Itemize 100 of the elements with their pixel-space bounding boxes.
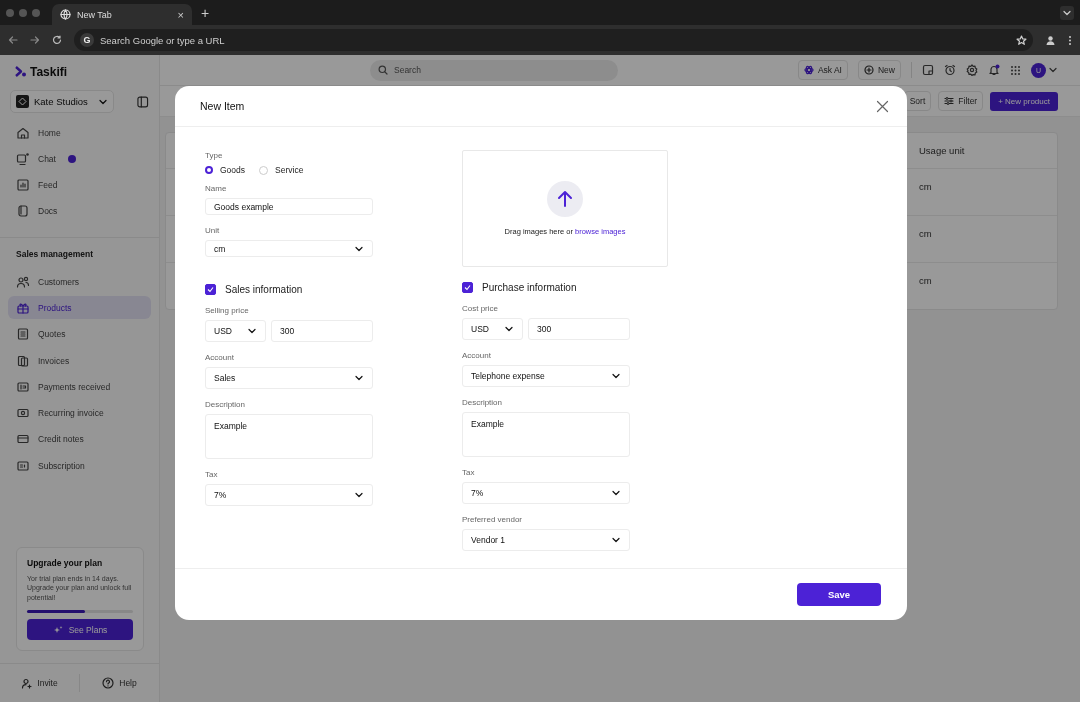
chevron-down-icon	[1048, 65, 1058, 75]
app-logo-text: Taskifi	[30, 64, 68, 79]
workspace-dropdown[interactable]: Kate Studios	[10, 90, 114, 113]
note-icon	[922, 64, 934, 76]
chevron-down-icon	[354, 373, 364, 383]
field-label: Name	[205, 183, 228, 196]
field-label: Preferred vendor	[462, 514, 524, 526]
search-icon	[378, 65, 388, 75]
checkbox[interactable]	[462, 281, 473, 293]
field-label: Type	[205, 150, 224, 162]
home-icon	[16, 125, 30, 140]
see-plans-button[interactable]: See Plans	[27, 619, 133, 640]
invite-button[interactable]: Invite	[0, 677, 79, 689]
gift-icon	[16, 301, 30, 315]
sidebar-item[interactable]: Quotes	[8, 322, 151, 346]
new-button[interactable]: New	[858, 60, 901, 80]
sidebar-item[interactable]: Invoices	[8, 349, 151, 373]
chevron-down-icon	[611, 371, 621, 381]
sidebar-toggle-icon	[135, 94, 149, 109]
field-label: Description	[205, 399, 246, 411]
radio-option[interactable]: Service	[259, 165, 304, 176]
profile-icon	[1045, 34, 1056, 46]
tab-menu-button[interactable]	[1060, 6, 1074, 20]
sidebar-item[interactable]: Payments received	[8, 375, 151, 399]
ask-ai-button[interactable]: Ask AI	[797, 60, 848, 80]
field-label: Cost price	[462, 303, 499, 315]
sidebar-item[interactable]: Recurring invoice	[8, 401, 151, 425]
sidebar-item[interactable]: Products	[8, 296, 151, 320]
section-title: Sales information	[225, 283, 303, 295]
description-field[interactable]: Example	[462, 412, 630, 457]
address-field[interactable]: G Search Google or type a URL	[74, 29, 1033, 51]
checkbox[interactable]	[205, 283, 216, 295]
save-button[interactable]: Save	[797, 583, 881, 606]
description-field[interactable]: Example	[205, 414, 373, 459]
person-add-icon	[21, 677, 33, 689]
table-cell-text: cm	[919, 274, 933, 286]
currency-dropdown[interactable]: USD	[205, 320, 266, 342]
tax-dropdown[interactable]: 7%	[462, 482, 630, 504]
name-field[interactable]: Goods example	[205, 198, 373, 216]
vendor-dropdown[interactable]: Vendor 1	[462, 529, 630, 551]
browser-tab[interactable]: New Tab ×	[52, 4, 192, 25]
settings-icon	[966, 64, 978, 76]
account-dropdown[interactable]: Sales	[205, 367, 373, 389]
upload-arrow-icon	[557, 190, 573, 208]
field-label: Description	[462, 397, 503, 409]
forward-icon	[30, 35, 40, 45]
check-icon	[207, 285, 214, 293]
field-label: Tax	[205, 469, 219, 481]
price-field[interactable]: 300	[528, 318, 630, 340]
help-button[interactable]: Help	[80, 677, 159, 689]
table-cell-text: cm	[919, 227, 933, 239]
card-title: Upgrade your plan	[27, 557, 104, 568]
search-engine-logo: G	[80, 33, 94, 47]
address-placeholder: Search Google or type a URL	[100, 34, 226, 46]
tab-close-button[interactable]: ×	[177, 8, 184, 21]
receipt-icon	[16, 353, 30, 368]
tab-title: New Tab	[77, 9, 113, 20]
filter-icon	[944, 96, 955, 106]
account-dropdown[interactable]: Telephone expense	[462, 365, 630, 387]
help-icon	[102, 677, 115, 689]
section-heading: Sales management	[15, 248, 94, 262]
sidebar-item[interactable]: Subscription	[8, 454, 151, 478]
back-icon	[8, 35, 18, 45]
more-icon	[1068, 34, 1072, 46]
globe-icon	[60, 9, 71, 20]
sidebar-item[interactable]: Feed	[8, 173, 151, 197]
unit-dropdown[interactable]: cm	[205, 240, 373, 257]
chevron-down-icon	[611, 535, 621, 545]
sidebar-item[interactable]: Docs	[8, 199, 151, 223]
chevron-down-icon	[611, 488, 621, 498]
document-icon	[16, 204, 30, 219]
tax-dropdown[interactable]: 7%	[205, 484, 373, 506]
search-field[interactable]: Search	[370, 59, 618, 81]
alarm-clock-icon	[944, 64, 956, 76]
atom-icon	[803, 65, 814, 75]
currency-dropdown[interactable]: USD	[462, 318, 523, 340]
sidebar-item[interactable]: Home	[8, 121, 151, 144]
new-tab-button[interactable]: +	[196, 3, 215, 25]
radio-option[interactable]: Goods	[205, 165, 246, 176]
reload-icon	[52, 35, 62, 45]
modal-title: New Item	[200, 100, 246, 112]
sidebar-item[interactable]: Chat	[8, 147, 151, 171]
sidebar-item[interactable]: Customers	[8, 270, 151, 294]
chat-icon	[16, 151, 30, 166]
chevron-down-icon	[247, 326, 257, 336]
filter-button[interactable]: Filter	[938, 91, 984, 111]
bell-icon	[988, 64, 1000, 76]
sidebar-item[interactable]: Credit notes	[8, 427, 151, 451]
new-product-button[interactable]: + New product	[990, 91, 1058, 111]
radio-button[interactable]	[205, 166, 213, 175]
price-field[interactable]: 300	[271, 320, 373, 342]
section-title: Purchase information	[482, 281, 577, 293]
field-label: Account	[205, 352, 235, 364]
sparkle-icon	[52, 624, 63, 635]
check-icon	[464, 283, 471, 291]
workspace-icon	[18, 97, 27, 106]
table-cell-text: cm	[919, 180, 933, 192]
subscription-icon	[16, 458, 30, 473]
field-label: Selling price	[205, 305, 250, 317]
feed-icon	[16, 178, 30, 193]
